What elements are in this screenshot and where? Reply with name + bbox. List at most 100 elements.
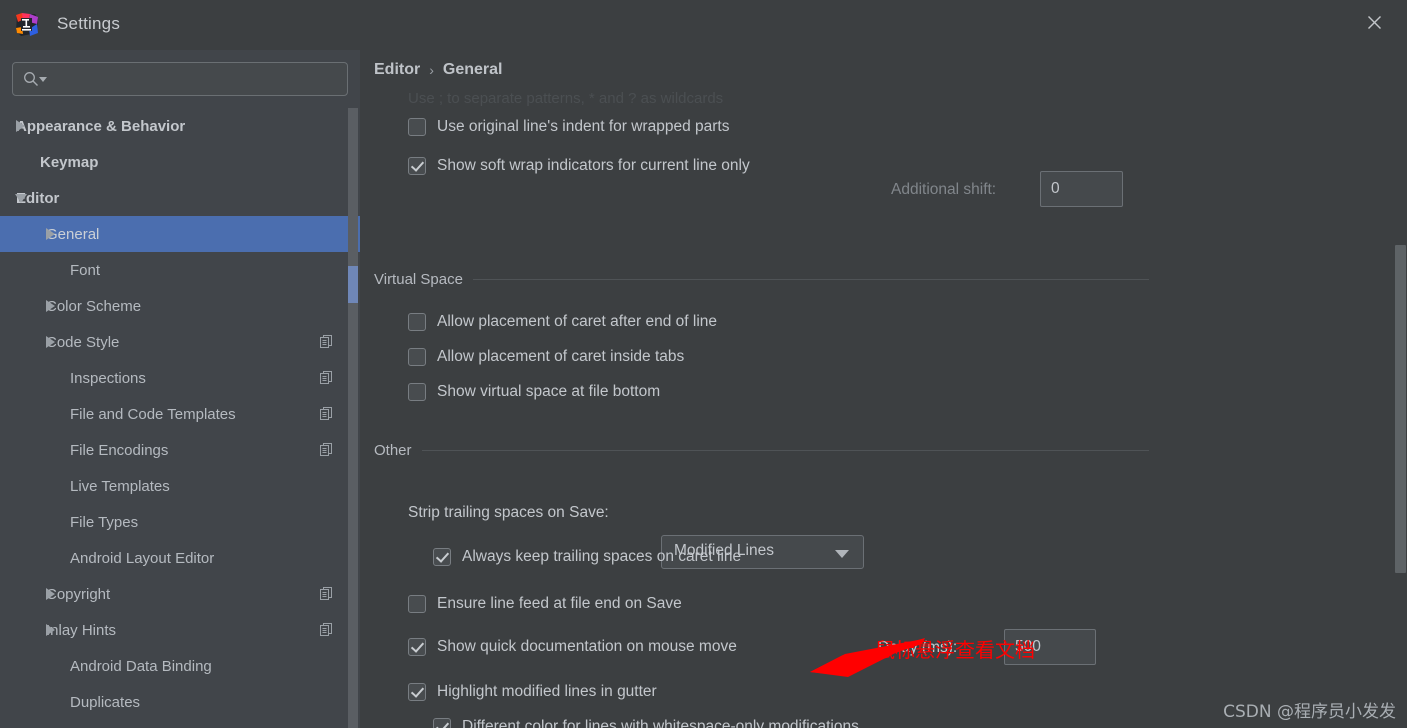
checkbox-caret-inside-tabs[interactable]: Allow placement of caret inside tabs — [408, 348, 684, 366]
checkbox-use-original-indent[interactable]: Use original line's indent for wrapped p… — [408, 118, 729, 136]
sidebar-item-label: File Encodings — [70, 441, 169, 459]
settings-content: Use ; to separate patterns, * and ? as w… — [360, 90, 1407, 728]
group-divider — [421, 450, 1149, 451]
search-input[interactable] — [53, 69, 338, 89]
sidebar-item-file-types[interactable]: File Types — [0, 504, 360, 540]
sidebar-item-label: Android Data Binding — [70, 657, 212, 675]
checkbox-always-keep-trailing-spaces[interactable]: Always keep trailing spaces on caret lin… — [433, 548, 741, 566]
search-filter-chevron-down-icon[interactable] — [39, 77, 47, 82]
checkbox-label: Use original line's indent for wrapped p… — [437, 118, 730, 135]
checkbox-box[interactable] — [433, 718, 451, 728]
sidebar-item-label: File and Code Templates — [70, 405, 236, 423]
checkbox-box[interactable] — [408, 313, 426, 331]
sidebar-item-label: Copyright — [46, 585, 111, 603]
checkbox-box[interactable] — [408, 683, 426, 701]
checkbox-show-quick-documentation[interactable]: Show quick documentation on mouse move — [408, 638, 737, 656]
additional-shift-input[interactable] — [1040, 171, 1123, 207]
sidebar-scrollbar-thumb[interactable] — [348, 266, 358, 303]
settings-sidebar: Appearance & Behavior Keymap Editor General… — [0, 50, 360, 728]
sidebar-item-label: Inlay Hints — [46, 621, 117, 639]
checkbox-label: Different color for lines with whitespac… — [462, 718, 859, 728]
sidebar-item-code-style[interactable]: Code Style — [0, 324, 360, 360]
sidebar-item-label: Color Scheme — [46, 297, 142, 315]
watermark: CSDN @程序员小发发 — [1223, 702, 1396, 722]
intellij-idea-logo-icon — [13, 11, 41, 39]
copy-settings-icon[interactable] — [320, 443, 333, 456]
strip-trailing-spaces-label: Strip trailing spaces on Save: — [408, 504, 609, 521]
checkbox-label: Allow placement of caret inside tabs — [437, 348, 685, 365]
copy-settings-icon[interactable] — [320, 587, 333, 600]
title-bar: Settings — [0, 0, 1407, 50]
checkbox-box[interactable] — [408, 348, 426, 366]
checkbox-ensure-line-feed[interactable]: Ensure line feed at file end on Save — [408, 595, 682, 613]
checkbox-show-soft-wrap-indicators[interactable]: Show soft wrap indicators for current li… — [408, 157, 750, 175]
search-box[interactable] — [12, 62, 348, 96]
sidebar-item-label: Appearance & Behavior — [16, 117, 186, 135]
checkbox-label: Show quick documentation on mouse move — [437, 638, 737, 655]
checkbox-label: Highlight modified lines in gutter — [437, 683, 657, 700]
sidebar-item-label: File Types — [70, 513, 139, 531]
checkbox-box[interactable] — [408, 638, 426, 656]
sidebar-item-label: Android Layout Editor — [70, 549, 215, 567]
checkbox-box[interactable] — [433, 548, 451, 566]
group-header-virtual-space: Virtual Space — [374, 271, 1149, 288]
group-divider — [472, 279, 1149, 280]
sidebar-item-inlay-hints[interactable]: Inlay Hints — [0, 612, 360, 648]
close-icon[interactable] — [1351, 2, 1397, 42]
checkbox-different-color-whitespace[interactable]: Different color for lines with whitespac… — [433, 718, 859, 728]
sidebar-item-appearance-behavior[interactable]: Appearance & Behavior — [0, 108, 360, 144]
sidebar-item-label: Inspections — [70, 369, 146, 387]
sidebar-item-file-encodings[interactable]: File Encodings — [0, 432, 360, 468]
chevron-right-icon[interactable] — [46, 300, 55, 312]
sidebar-item-android-layout-editor[interactable]: Android Layout Editor — [0, 540, 360, 576]
sidebar-item-inspections[interactable]: Inspections — [0, 360, 360, 396]
copy-settings-icon[interactable] — [320, 371, 333, 384]
sidebar-item-label: Font — [70, 261, 101, 279]
settings-dialog: Settings Appearance & Behavior Keymap Edit… — [0, 0, 1407, 728]
sidebar-item-android-data-binding[interactable]: Android Data Binding — [0, 648, 360, 684]
additional-shift-label: Additional shift: — [891, 181, 997, 198]
sidebar-item-editor[interactable]: Editor — [0, 180, 360, 216]
checkbox-virtual-space-file-bottom[interactable]: Show virtual space at file bottom — [408, 383, 660, 401]
chevron-down-icon[interactable] — [15, 193, 27, 203]
chevron-right-icon[interactable] — [46, 624, 55, 636]
sidebar-item-general[interactable]: General — [0, 216, 360, 252]
chevron-down-icon[interactable] — [835, 550, 849, 558]
sidebar-item-label: Code Style — [46, 333, 120, 351]
checkbox-box[interactable] — [408, 157, 426, 175]
sidebar-item-copyright[interactable]: Copyright — [0, 576, 360, 612]
copy-settings-icon[interactable] — [320, 335, 333, 348]
sidebar-item-label: Keymap — [40, 153, 99, 171]
checkbox-box[interactable] — [408, 595, 426, 613]
breadcrumb-leaf: General — [442, 61, 503, 78]
checkbox-caret-after-end-of-line[interactable]: Allow placement of caret after end of li… — [408, 313, 717, 331]
sidebar-item-color-scheme[interactable]: Color Scheme — [0, 288, 360, 324]
sidebar-item-font[interactable]: Font — [0, 252, 360, 288]
settings-main-panel: Editor › General Use ; to separate patte… — [360, 50, 1407, 728]
checkbox-label: Ensure line feed at file end on Save — [437, 595, 682, 612]
chevron-right-icon[interactable] — [46, 336, 55, 348]
breadcrumb-root[interactable]: Editor — [374, 61, 420, 79]
copy-settings-icon[interactable] — [320, 407, 333, 420]
breadcrumb-separator-icon: › — [429, 62, 434, 78]
sidebar-item-file-and-code-templates[interactable]: File and Code Templates — [0, 396, 360, 432]
sidebar-item-label: Live Templates — [70, 477, 170, 495]
chevron-right-icon[interactable] — [46, 228, 55, 240]
checkbox-label: Always keep trailing spaces on caret lin… — [462, 548, 742, 565]
chevron-right-icon[interactable] — [46, 588, 55, 600]
main-scrollbar-thumb[interactable] — [1395, 245, 1406, 573]
sidebar-item-live-templates[interactable]: Live Templates — [0, 468, 360, 504]
copy-settings-icon[interactable] — [320, 623, 333, 636]
sidebar-item-duplicates[interactable]: Duplicates — [0, 684, 360, 720]
checkbox-box[interactable] — [408, 118, 426, 136]
sidebar-item-keymap[interactable]: Keymap — [0, 144, 360, 180]
close-glyph — [1367, 15, 1381, 29]
checkbox-highlight-modified-lines[interactable]: Highlight modified lines in gutter — [408, 683, 657, 701]
checkbox-label: Allow placement of caret after end of li… — [437, 313, 718, 330]
chevron-right-icon[interactable] — [16, 120, 25, 132]
sidebar-scrollbar-track[interactable] — [348, 108, 358, 728]
checkbox-label: Show soft wrap indicators for current li… — [437, 157, 750, 174]
checkbox-box[interactable] — [408, 383, 426, 401]
soft-wrap-pattern-hint: Use ; to separate patterns, * and ? as w… — [408, 90, 724, 107]
checkbox-label: Show virtual space at file bottom — [437, 383, 661, 400]
